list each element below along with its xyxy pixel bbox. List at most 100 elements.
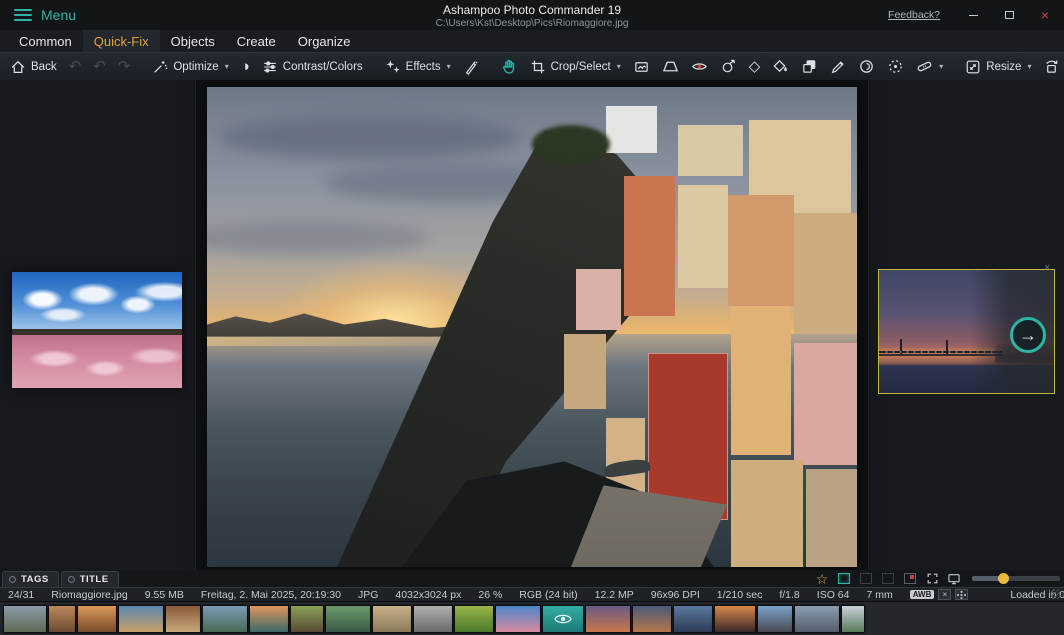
filmstrip-thumbnail[interactable] [714,605,756,633]
zoom-slider[interactable] [972,576,1060,581]
status-item: Riomaggiore.jpg [51,589,127,601]
filmstrip-thumbnail[interactable] [77,605,117,633]
tab-organize[interactable]: Organize [287,30,362,52]
view-mode-2-icon [882,573,894,584]
resize-grip[interactable] [1051,589,1061,599]
filmstrip-thumbnail[interactable] [202,605,248,633]
favorite-star-button[interactable]: ☆ [814,572,830,586]
filmstrip-thumbnail[interactable] [585,605,631,633]
minimize-button[interactable] [960,5,986,25]
status-item: 24/31 [8,589,34,601]
filmstrip-thumbnail[interactable] [841,605,865,633]
next-image-button[interactable]: → [1010,317,1046,353]
status-item: 96x96 DPI [651,589,700,601]
filmstrip-thumbnail[interactable] [454,605,494,633]
home-icon [10,59,26,75]
status-bar: 24/31Riomaggiore.jpg9.55 MBFreitag, 2. M… [0,587,1064,601]
pencil-button[interactable] [824,57,852,77]
filmstrip-thumbnail[interactable] [165,605,201,633]
filmstrip-thumbnail[interactable] [249,605,289,633]
original-size-button[interactable] [902,572,918,586]
filmstrip-thumbnail[interactable] [118,605,164,633]
fullscreen-button[interactable] [924,572,940,586]
rotate-button[interactable]: Rotate ▾ [1037,56,1064,77]
undo-all-button[interactable]: ↶ [87,57,112,76]
monitor-button[interactable] [946,572,962,586]
status-item: 4032x3024 px [395,589,461,601]
status-item: RGB (24 bit) [519,589,577,601]
fit-window-button[interactable] [836,572,852,586]
fill-button[interactable] [766,56,795,77]
chevron-down-icon: ▾ [617,62,621,71]
resize-button[interactable]: Resize ▾ [959,57,1037,77]
filmstrip-thumbnail[interactable] [495,605,541,633]
preview-close-button[interactable]: × [1044,262,1050,274]
retouch-wand-icon [463,59,479,75]
back-button[interactable]: Back [4,57,63,77]
patch-button[interactable]: ▾ [910,56,949,77]
status-item: 26 % [478,589,502,601]
status-item: 12.2 MP [595,589,634,601]
tags-tab[interactable]: TAGS [2,571,59,587]
rotate-icon [1043,58,1060,75]
chevron-down-icon: ▾ [939,62,943,71]
contrast-colors-button[interactable]: Contrast/Colors [256,57,369,77]
fullscreen-icon [926,572,939,585]
zoom-slider-knob[interactable] [998,573,1009,584]
view-mode-icon [860,573,872,584]
optimize-button[interactable]: Optimize ▾ [146,57,234,77]
filmstrip-thumbnail[interactable] [794,605,840,633]
filmstrip-thumbnail[interactable] [3,605,47,633]
undo-button[interactable]: ↶ [63,57,88,76]
pan-tool-button[interactable] [495,56,524,77]
close-button[interactable]: × [1032,5,1058,25]
blur-button[interactable] [881,56,910,77]
lake-reflections [12,339,182,388]
perspective-button[interactable] [656,56,685,77]
previous-image-preview[interactable] [12,272,182,388]
quick-fix-toolbar: Back ↶ ↶ ↷ Optimize ▾ ◑ Contrast/Colors … [0,52,1064,80]
filmstrip-thumbnail[interactable] [632,605,672,633]
view-mode-2-button[interactable] [880,572,896,586]
sliders-icon [262,59,278,75]
tab-objects[interactable]: Objects [160,30,226,52]
straighten-button[interactable] [627,56,656,77]
auto-contrast-button[interactable]: ◑ [235,57,256,76]
filmstrip-thumbnail[interactable] [673,605,713,633]
filmstrip-thumbnail[interactable] [757,605,793,633]
undo-icon: ↶ [69,59,82,74]
effects-button[interactable]: Effects ▾ [379,57,457,77]
retouch-button[interactable] [457,57,485,77]
maximize-icon [1005,11,1014,19]
chevron-down-icon: ▾ [1027,62,1031,71]
title-tab[interactable]: TITLE [61,571,119,587]
trees [532,125,610,163]
smudge-icon [858,58,875,75]
filmstrip-thumbnail[interactable] [413,605,453,633]
red-eye-button[interactable] [685,56,714,77]
clone-stamp-button[interactable] [714,56,743,77]
filmstrip-thumbnail[interactable] [372,605,412,633]
filmstrip-thumbnail-selected[interactable] [542,605,584,633]
no-flash-icon: × [938,589,951,600]
eraser-button[interactable]: ◇ [743,57,767,76]
filmstrip [0,601,1064,635]
white-balance-badge: AWB [910,590,935,599]
view-mode-button[interactable] [858,572,874,586]
filmstrip-thumbnail[interactable] [290,605,324,633]
tab-quick-fix[interactable]: Quick-Fix [83,30,160,52]
filmstrip-thumbnail[interactable] [48,605,76,633]
maximize-button[interactable] [996,5,1022,25]
feedback-link[interactable]: Feedback? [888,9,940,21]
contrast-icon: ◑ [241,59,250,74]
copy-objects-button[interactable] [795,56,824,77]
redo-button[interactable]: ↷ [112,57,137,76]
tab-create[interactable]: Create [226,30,287,52]
tab-common[interactable]: Common [8,30,83,52]
filmstrip-thumbnail[interactable] [325,605,371,633]
crop-select-button[interactable]: Crop/Select ▾ [524,57,627,77]
image-workspace: → × [0,80,1064,570]
main-photo-canvas[interactable] [207,87,857,567]
smudge-button[interactable] [852,56,881,77]
fill-bucket-icon [772,58,789,75]
